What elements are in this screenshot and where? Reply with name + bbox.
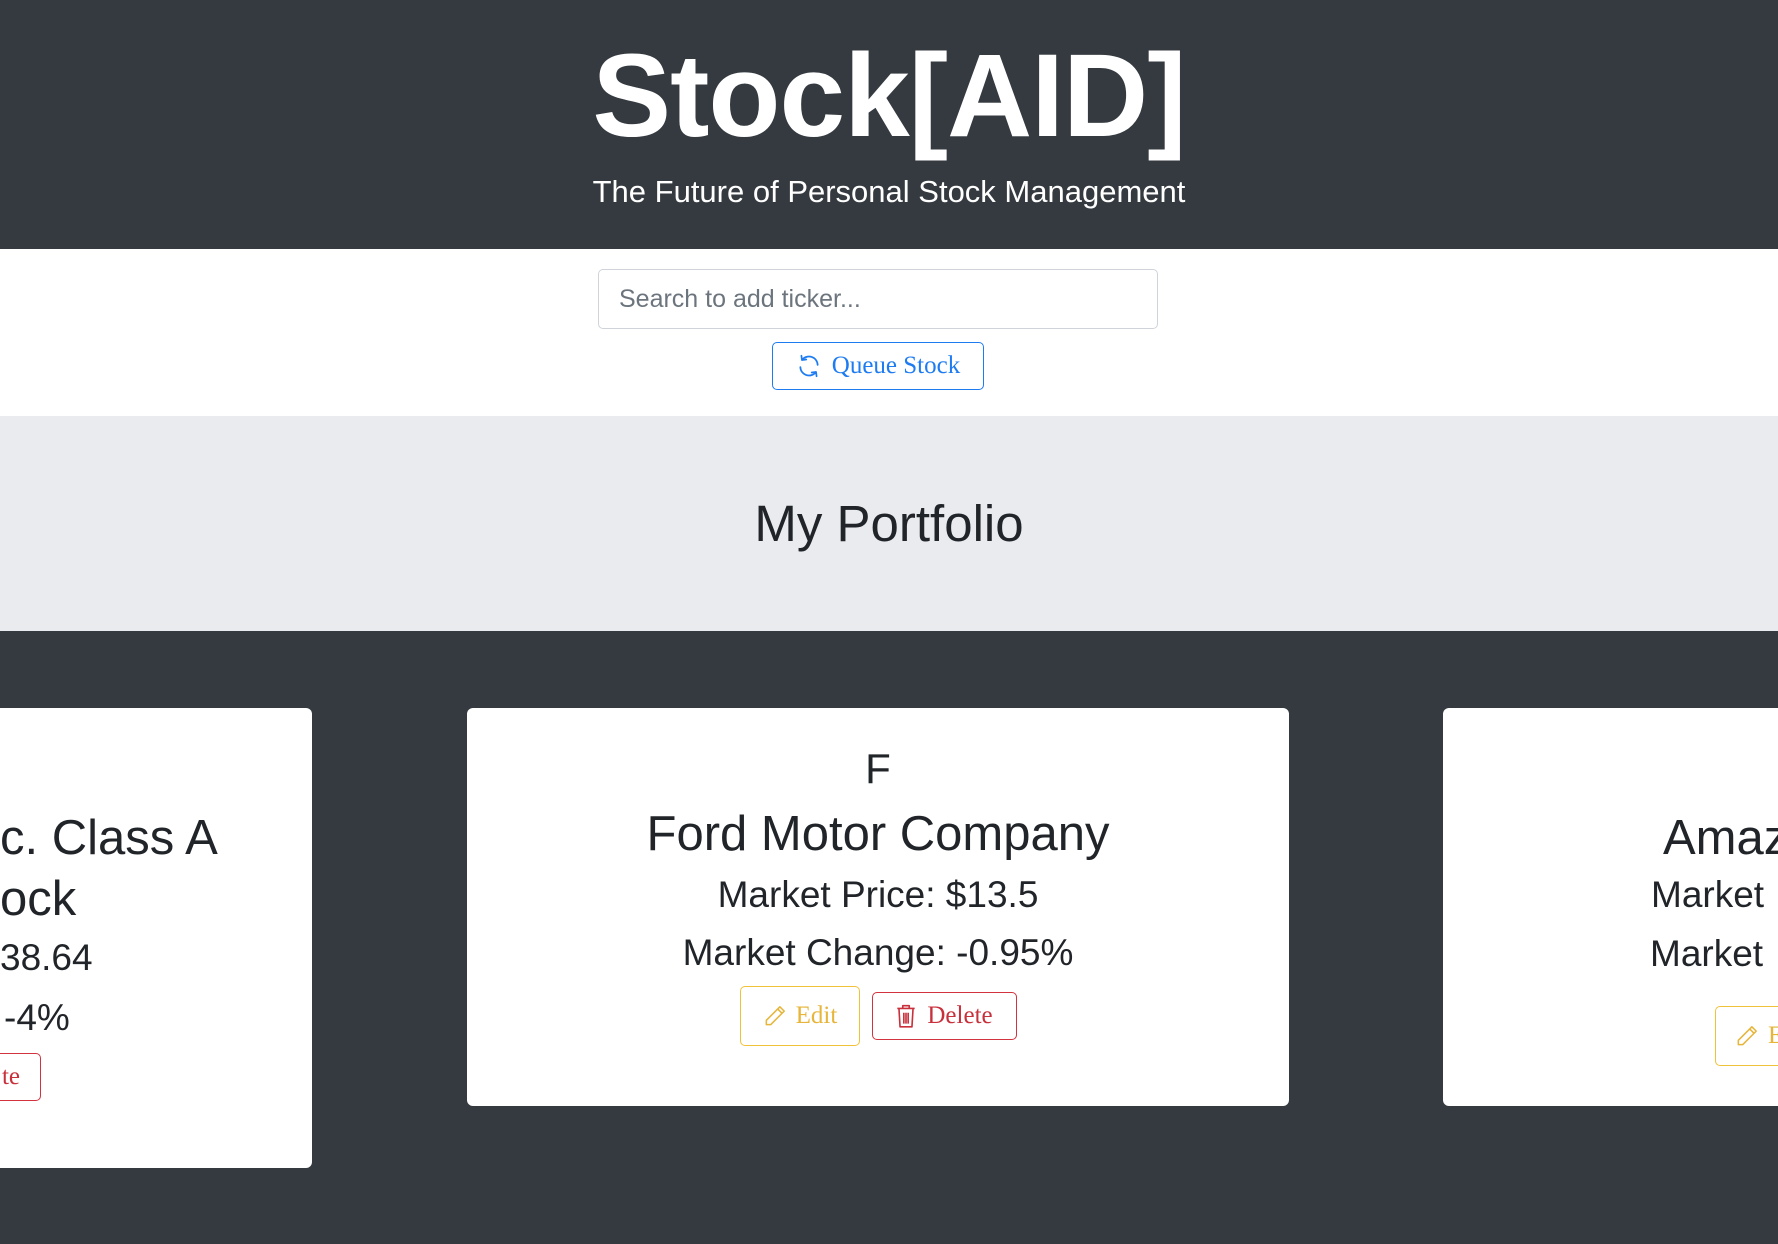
market-change: -4% — [4, 997, 70, 1038]
delete-button[interactable]: te — [0, 1053, 41, 1101]
stock-card: c. Class A ock 38.64 -4% te — [0, 708, 312, 1168]
search-input[interactable] — [598, 269, 1158, 329]
delete-label: Delete — [927, 1002, 993, 1029]
market-change: Market — [1650, 933, 1764, 974]
portfolio-carousel: c. Class A ock 38.64 -4% te F Ford Motor… — [0, 631, 1778, 1244]
delete-label: te — [1, 1063, 20, 1090]
site-header: Stock[AID] The Future of Personal Stock … — [0, 0, 1778, 249]
stock-name: Ford Motor Company — [646, 807, 1110, 861]
edit-label: E — [1768, 1022, 1778, 1049]
delete-button[interactable]: Delete — [871, 992, 1017, 1040]
queue-stock-label: Queue Stock — [831, 352, 961, 379]
queue-stock-button[interactable]: Queue Stock — [772, 342, 984, 390]
edit-button[interactable]: Edit — [739, 986, 860, 1046]
edit-button[interactable]: E — [1715, 1006, 1778, 1066]
pencil-icon — [762, 1003, 788, 1029]
market-price: 38.64 — [0, 937, 93, 978]
stock-name: c. Class A ock — [0, 811, 218, 926]
stock-ticker: F — [865, 745, 891, 792]
trash-icon — [895, 1003, 917, 1029]
card-actions: Edit Delete — [467, 986, 1289, 1046]
search-section: Queue Stock — [0, 249, 1778, 416]
market-price: Market Price: $13.5 — [717, 874, 1039, 915]
portfolio-title: My Portfolio — [754, 495, 1024, 552]
site-title: Stock[AID] — [592, 30, 1186, 162]
refresh-icon — [796, 353, 822, 379]
edit-label: Edit — [795, 1002, 838, 1029]
stock-card: Amaz Market Market E — [1443, 708, 1778, 1106]
portfolio-header: My Portfolio — [0, 416, 1778, 631]
stock-card: F Ford Motor Company Market Price: $13.5… — [467, 708, 1289, 1106]
stock-name: Amaz — [1663, 811, 1778, 865]
market-change: Market Change: -0.95% — [682, 932, 1074, 973]
market-price: Market — [1651, 874, 1765, 915]
site-tagline: The Future of Personal Stock Management — [592, 174, 1186, 209]
pencil-icon — [1734, 1023, 1760, 1049]
